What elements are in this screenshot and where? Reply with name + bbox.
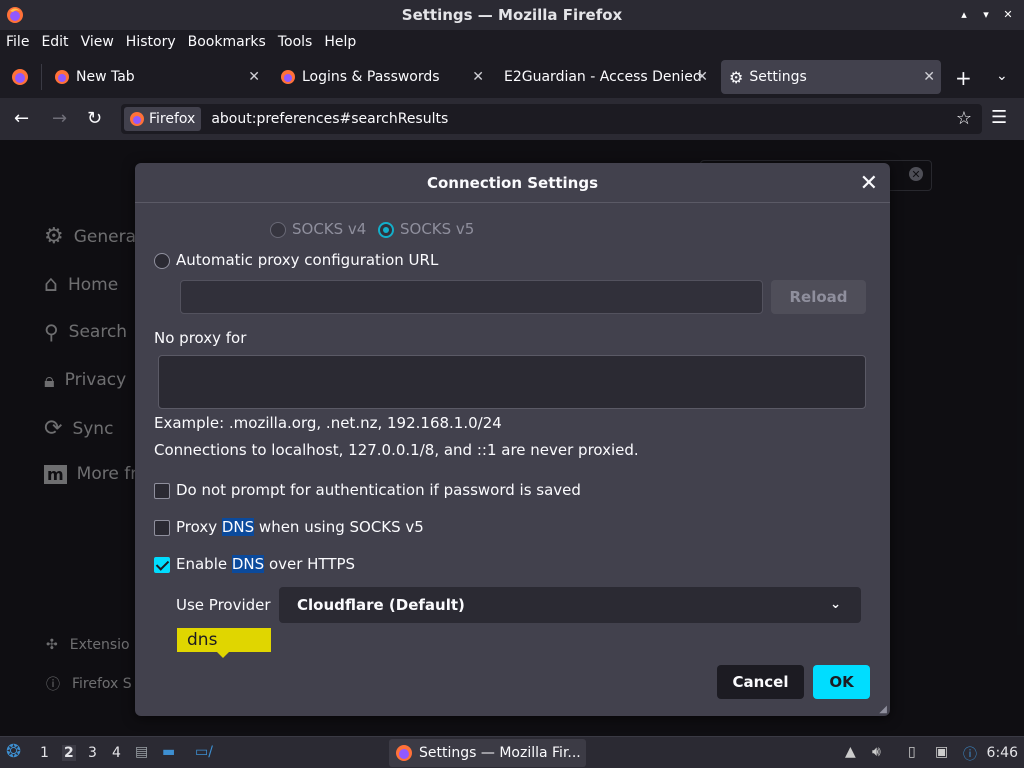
menu-history[interactable]: History xyxy=(126,34,176,50)
workspace-4[interactable]: 4 xyxy=(112,745,121,761)
title-bar: Settings — Mozilla Firefox ▴ ▾ ✕ xyxy=(0,0,1024,30)
task-label: Settings — Mozilla Fir... xyxy=(419,745,581,761)
chevron-down-icon: ⌄ xyxy=(830,597,841,612)
firefox-logo-icon xyxy=(7,7,23,23)
menu-bar: File Edit View History Bookmarks Tools H… xyxy=(0,30,1024,53)
list-all-tabs-chevron-icon[interactable]: ⌄ xyxy=(996,68,1008,84)
start-menu-icon[interactable]: ❂ xyxy=(6,741,21,762)
provider-value: Cloudflare (Default) xyxy=(297,596,465,614)
no-proxy-textarea[interactable] xyxy=(158,355,866,409)
identity-label: Firefox xyxy=(149,111,196,127)
firefox-view-icon[interactable] xyxy=(11,68,29,86)
firefox-icon xyxy=(130,112,144,126)
proxy-dns-text-pre: Proxy xyxy=(176,518,222,536)
auto-proxy-radio[interactable] xyxy=(154,253,170,269)
firefox-icon xyxy=(281,70,295,84)
window-maximize-button[interactable]: ▾ xyxy=(978,6,994,22)
tab-new-tab[interactable]: New Tab ✕ xyxy=(46,60,266,94)
socks-v5-label: SOCKS v5 xyxy=(400,220,475,238)
reload-icon[interactable]: ↻ xyxy=(87,108,102,129)
app-menu-hamburger-icon[interactable]: ☰ xyxy=(991,107,1007,128)
window-minimize-button[interactable]: ▴ xyxy=(956,6,972,22)
no-proxy-label: No proxy for xyxy=(154,329,247,347)
socks-v5-radio[interactable] xyxy=(378,222,394,238)
tab-close-icon[interactable]: ✕ xyxy=(248,69,260,85)
ok-button[interactable]: OK xyxy=(813,665,870,699)
dialog-close-icon[interactable]: ✕ xyxy=(860,171,878,196)
resize-grip-icon[interactable]: ◢ xyxy=(879,704,887,715)
gear-icon: ⚙ xyxy=(729,67,744,87)
tab-close-icon[interactable]: ✕ xyxy=(472,69,484,85)
workspace-3[interactable]: 3 xyxy=(88,745,97,761)
tab-label: New Tab xyxy=(76,69,135,85)
search-highlight: DNS xyxy=(231,555,265,573)
desktop-icon[interactable]: ▬ xyxy=(162,744,175,760)
socks-v4-label: SOCKS v4 xyxy=(292,220,367,238)
taskbar: ❂ 1 2 3 4 ▤ ▬ ▭/ Settings — Mozilla Fir.… xyxy=(0,736,1024,768)
dialog-title: Connection Settings xyxy=(426,173,599,192)
menu-bookmarks[interactable]: Bookmarks xyxy=(188,34,266,50)
menu-tools[interactable]: Tools xyxy=(278,34,313,50)
tab-label: Logins & Passwords xyxy=(302,69,440,85)
tab-e2guardian[interactable]: E2Guardian - Access Denied ✕ xyxy=(496,60,714,94)
menu-file[interactable]: File xyxy=(6,34,29,50)
auto-proxy-label: Automatic proxy configuration URL xyxy=(176,251,439,269)
clock: 6:46 xyxy=(986,745,1018,761)
firefox-icon xyxy=(396,745,412,761)
tab-label: E2Guardian - Access Denied xyxy=(504,69,702,85)
menu-help[interactable]: Help xyxy=(324,34,356,50)
tab-label: Settings xyxy=(749,69,807,85)
back-arrow-icon[interactable]: ← xyxy=(14,108,29,129)
new-tab-plus-icon[interactable]: + xyxy=(955,66,972,90)
proxy-dns-text-post: when using SOCKS v5 xyxy=(254,518,424,536)
folder-icon[interactable]: ▭/ xyxy=(195,744,213,760)
enable-doh-label: Enable DNS over HTTPS xyxy=(176,555,355,573)
window-title: Settings — Mozilla Firefox xyxy=(401,6,623,24)
window-close-button[interactable]: ✕ xyxy=(1000,6,1016,22)
network-icon[interactable]: ▣ xyxy=(935,744,948,760)
cancel-button[interactable]: Cancel xyxy=(717,665,804,699)
tab-logins-passwords[interactable]: Logins & Passwords ✕ xyxy=(272,60,490,94)
file-manager-icon[interactable]: ▤ xyxy=(135,744,148,760)
reload-button[interactable]: Reload xyxy=(771,280,866,314)
identity-box[interactable]: Firefox xyxy=(124,107,202,131)
notifications-icon[interactable]: ⓘ xyxy=(963,744,977,764)
example-text: Example: .mozilla.org, .net.nz, 192.168.… xyxy=(154,414,502,432)
search-tooltip: dns xyxy=(177,628,271,658)
volume-icon[interactable]: 🔊︎ xyxy=(872,744,881,760)
localhost-note: Connections to localhost, 127.0.0.1/8, a… xyxy=(154,441,639,459)
auto-proxy-url-input[interactable] xyxy=(180,280,763,314)
enable-doh-checkbox[interactable] xyxy=(154,557,170,573)
tab-close-icon[interactable]: ✕ xyxy=(923,69,935,85)
enable-doh-text-pre: Enable xyxy=(176,555,232,573)
use-provider-label: Use Provider xyxy=(176,596,271,614)
no-prompt-auth-checkbox[interactable] xyxy=(154,483,170,499)
updates-icon[interactable]: ▲ xyxy=(845,744,856,760)
socks-v4-radio[interactable] xyxy=(270,222,286,238)
firefox-icon xyxy=(55,70,69,84)
url-text[interactable]: about:preferences#searchResults xyxy=(211,111,448,127)
clipboard-icon[interactable]: ▯ xyxy=(908,744,916,760)
tab-settings[interactable]: ⚙ Settings ✕ xyxy=(721,60,941,94)
taskbar-firefox-task[interactable]: Settings — Mozilla Fir... xyxy=(389,739,586,767)
menu-view[interactable]: View xyxy=(81,34,114,50)
bookmark-star-icon[interactable]: ☆ xyxy=(956,108,972,129)
tooltip-text: dns xyxy=(187,630,218,650)
workspace-1[interactable]: 1 xyxy=(40,745,49,761)
tab-bar: New Tab ✕ Logins & Passwords ✕ E2Guardia… xyxy=(0,56,1024,98)
workspace-2[interactable]: 2 xyxy=(62,745,76,761)
forward-arrow-icon[interactable]: → xyxy=(52,108,67,129)
dialog-header: Connection Settings ✕ xyxy=(135,163,890,203)
no-prompt-auth-label: Do not prompt for authentication if pass… xyxy=(176,481,581,499)
tab-close-icon[interactable]: ✕ xyxy=(696,69,708,85)
proxy-dns-checkbox[interactable] xyxy=(154,520,170,536)
enable-doh-text-post: over HTTPS xyxy=(264,555,356,573)
proxy-dns-label: Proxy DNS when using SOCKS v5 xyxy=(176,518,424,536)
url-bar[interactable]: Firefox about:preferences#searchResults … xyxy=(121,104,982,134)
provider-select[interactable]: Cloudflare (Default) ⌄ xyxy=(279,587,861,623)
menu-edit[interactable]: Edit xyxy=(41,34,68,50)
nav-bar: ← → ↻ Firefox about:preferences#searchRe… xyxy=(0,98,1024,140)
search-highlight: DNS xyxy=(221,518,255,536)
